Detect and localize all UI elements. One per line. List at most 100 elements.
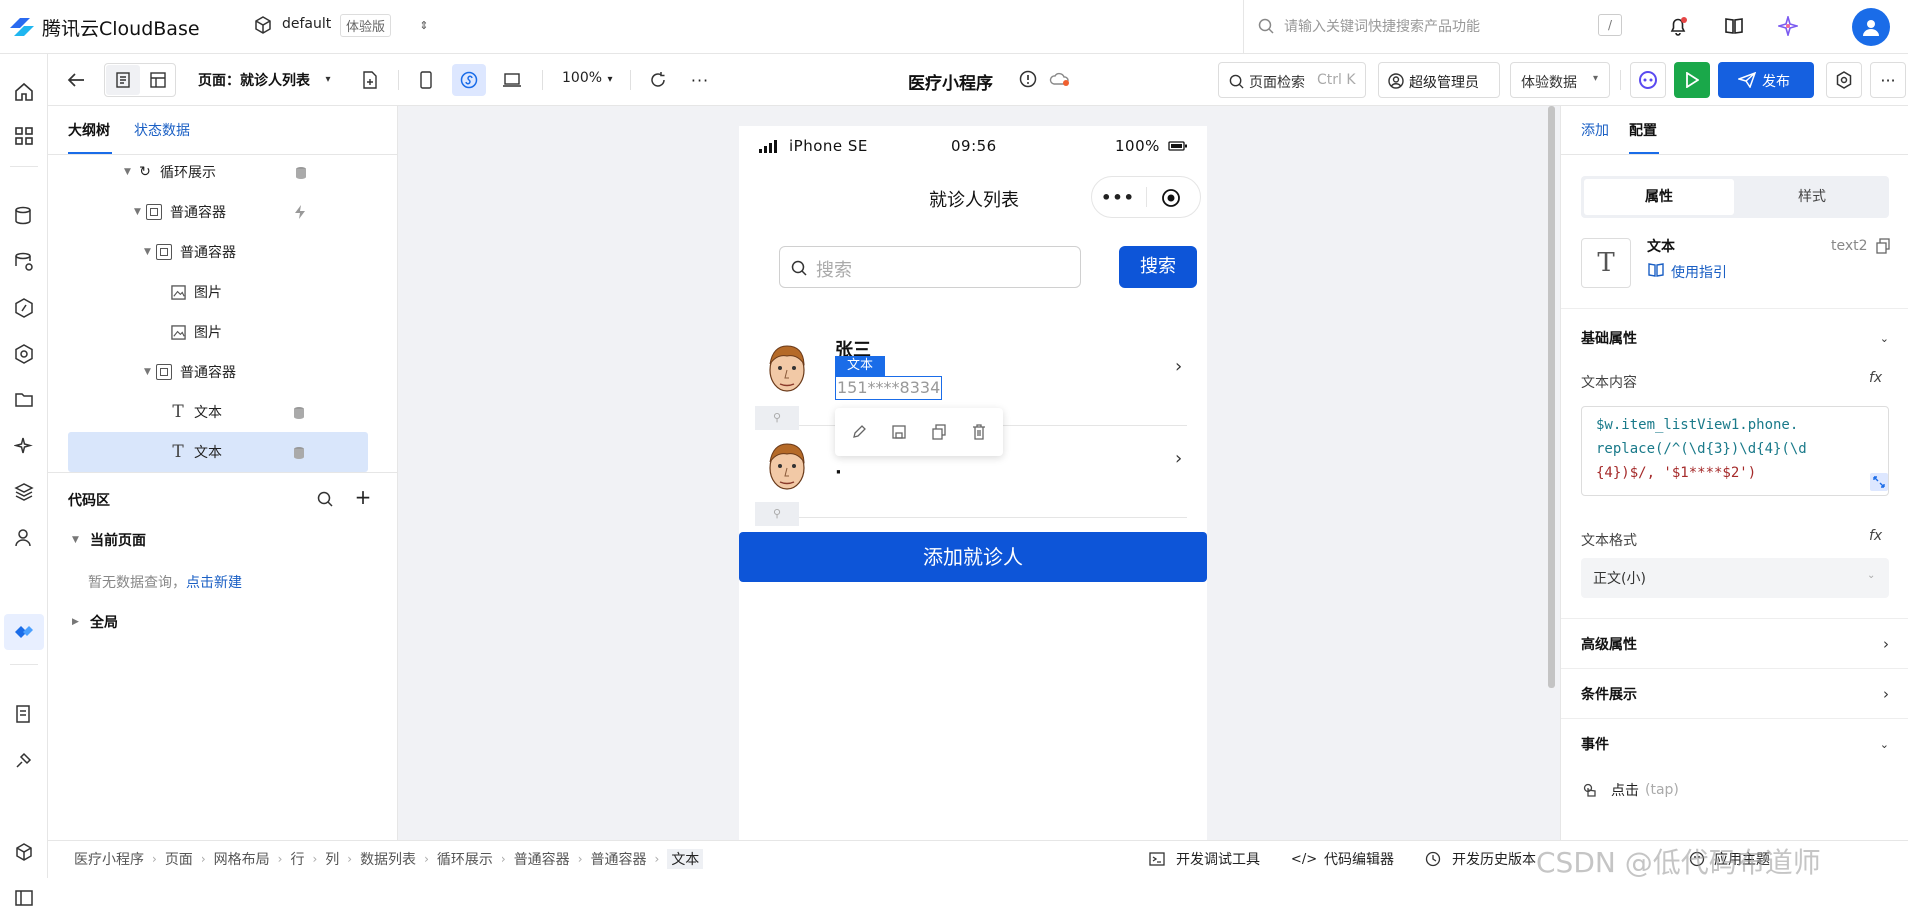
user-manage-icon[interactable] [12,526,36,550]
env-name[interactable]: default [282,16,331,32]
breadcrumb-item[interactable]: 普通容器 [591,849,647,869]
tree-caret-icon[interactable]: ▼ [134,207,146,217]
home-icon[interactable] [12,80,36,104]
layout-view-icon[interactable] [142,65,174,95]
tab-state-data[interactable]: 状态数据 [134,120,190,140]
breadcrumb-item[interactable]: 普通容器 [514,849,570,869]
tree-node-container[interactable]: ▼ 普通容器 [134,192,226,232]
phone-search-box[interactable]: 搜索 [779,246,1081,288]
breadcrumb-item[interactable]: 医疗小程序 [74,849,144,869]
canvas-scrollbar[interactable] [1548,106,1555,688]
global-group[interactable]: ▶ 全局 [72,612,118,632]
back-arrow-icon[interactable] [64,68,88,92]
dev-tools-button[interactable]: 开发调试工具 [1148,849,1260,869]
breadcrumb-item[interactable]: 行 [290,849,304,869]
tree-caret-icon[interactable]: ▼ [144,247,156,257]
code-editor-button[interactable]: </> 代码编辑器 [1291,849,1394,869]
role-selector[interactable]: 超级管理员 [1378,62,1500,98]
zoom-chevron-icon[interactable]: ▾ [604,73,616,85]
code-search-icon[interactable] [316,490,334,508]
guide-book-icon[interactable] [1647,262,1665,278]
seg-style[interactable]: 样式 [1737,179,1887,215]
storage-folder-icon[interactable] [12,388,36,412]
more-options-icon[interactable]: ··· [688,68,712,92]
cloud-run-icon[interactable] [12,342,36,366]
publish-button[interactable]: 发布 [1718,62,1814,98]
env-switch-icon[interactable]: ⇕ [416,15,432,35]
text-format-select[interactable]: 正文(小) ⌄ [1581,558,1889,598]
expression-editor[interactable]: $w.item_listView1.phone. replace(/^(\d{3… [1581,406,1889,496]
info-alert-icon[interactable] [1018,69,1038,89]
usage-guide-link[interactable]: 使用指引 [1671,262,1727,282]
settings-gear-icon[interactable] [1826,62,1862,98]
more-dots-icon[interactable]: ••• [1101,187,1134,207]
database-icon[interactable] [12,204,36,228]
collapse-sidebar-icon[interactable] [12,886,36,910]
fx-format-icon[interactable]: fx [1869,528,1882,544]
plugin-icon[interactable] [12,748,36,772]
preview-play-button[interactable] [1674,62,1710,98]
page-selector[interactable]: 页面：就诊人列表 [198,70,310,90]
global-search[interactable]: 请输入关键词快捷搜索产品功能 / [1243,0,1633,54]
breadcrumb-item[interactable]: 列 [325,849,339,869]
breadcrumb-item[interactable]: 网格布局 [214,849,270,869]
ai-sparkle-icon[interactable] [12,434,36,458]
add-patient-button[interactable]: 添加就诊人 [739,532,1207,582]
tab-config[interactable]: 配置 [1629,120,1657,140]
tree-node-loop[interactable]: ▼ ↻ 循环展示 [124,152,216,192]
basic-props-header[interactable]: 基础属性 ⌄ [1561,318,1908,358]
patient-phone-selected[interactable]: 151****8334 [835,376,943,400]
breadcrumb-item[interactable]: 页面 [165,849,193,869]
chevron-down-icon[interactable]: ▾ [322,73,334,85]
cloud-sync-icon[interactable] [1048,69,1072,89]
tree-node-container[interactable]: ▼ 普通容器 [144,352,236,392]
current-page-group[interactable]: ▼ 当前页面 [72,530,146,550]
mobile-device-icon[interactable] [414,68,438,92]
fx-expression-icon[interactable]: fx [1869,370,1882,386]
tree-caret-icon[interactable]: ▼ [124,167,136,177]
tree-node-container[interactable]: ▼ 普通容器 [144,232,236,272]
tree-node-text[interactable]: T 文本 [170,392,222,432]
tree-node-image[interactable]: 图片 [170,272,222,312]
history-button[interactable]: 开发历史版本 [1424,849,1536,869]
add-query-icon[interactable]: + [354,485,372,509]
tree-node-image[interactable]: 图片 [170,312,222,352]
expand-editor-icon[interactable] [1870,473,1888,491]
ai-copilot-button[interactable] [1630,62,1666,98]
breadcrumb-item[interactable]: 数据列表 [360,849,416,869]
ai-assistant-icon[interactable] [1776,14,1800,38]
events-header[interactable]: 事件 ⌄ [1561,722,1908,766]
event-tap-row[interactable]: 点击 (tap) [1581,780,1679,800]
conditional-display-header[interactable]: 条件展示 › [1561,672,1908,716]
group-caret-icon[interactable]: ▼ [72,535,84,545]
cloud-database-icon[interactable] [12,250,36,274]
layers-icon[interactable] [12,480,36,504]
global-search-input[interactable]: 请输入关键词快捷搜索产品功能 [1284,16,1480,36]
desktop-device-icon[interactable] [500,68,524,92]
logs-icon[interactable] [12,702,36,726]
cloud-function-icon[interactable] [12,296,36,320]
miniprogram-device-icon[interactable] [452,64,486,96]
toolbar-more-icon[interactable]: ··· [1870,62,1906,98]
bell-icon[interactable] [1666,14,1690,38]
tree-node-text-selected[interactable]: T 文本 [170,432,222,472]
breadcrumb-item[interactable]: 循环展示 [437,849,493,869]
data-mode-selector[interactable]: 体验数据 ▾ [1510,62,1610,98]
new-page-icon[interactable] [358,68,382,92]
design-canvas[interactable]: iPhone SE 09:56 100% 就诊人列表 ••• 搜索 搜索 张三 … [398,106,1560,840]
seg-properties[interactable]: 属性 [1584,179,1734,215]
breadcrumb-current[interactable]: 文本 [667,849,704,869]
tree-caret-icon[interactable]: ▼ [144,367,156,377]
tab-outline-tree[interactable]: 大纲树 [68,120,110,140]
capsule-menu[interactable]: ••• [1091,176,1201,218]
group-caret-icon[interactable]: ▶ [72,617,84,627]
phone-search-button[interactable]: 搜索 [1119,246,1197,288]
tab-add[interactable]: 添加 [1581,120,1609,140]
user-avatar[interactable] [1852,8,1890,46]
page-list-view-icon[interactable] [106,65,140,95]
copy-id-icon[interactable] [1875,238,1891,254]
docs-book-icon[interactable] [1722,14,1746,38]
apps-grid-icon[interactable] [12,124,36,148]
page-search-button[interactable]: 页面检索 Ctrl K [1218,62,1366,98]
refresh-icon[interactable] [646,68,670,92]
